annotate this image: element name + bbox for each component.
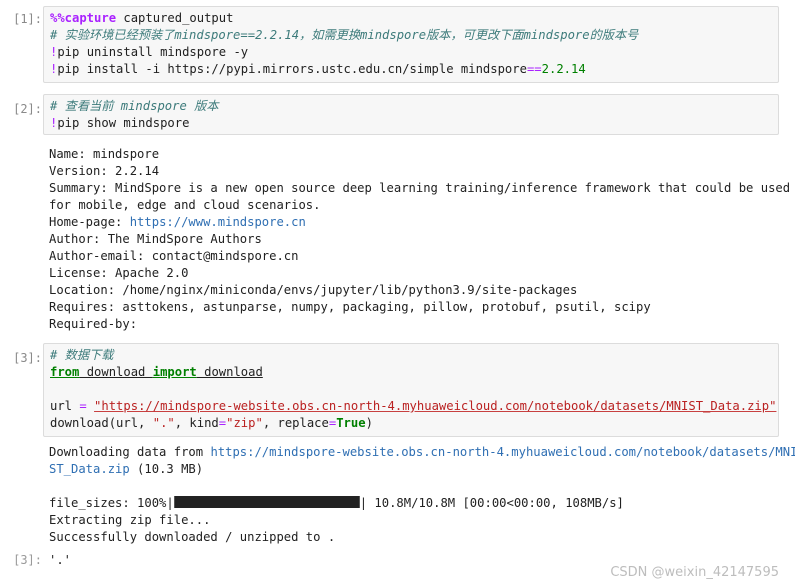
import-name: download [196, 365, 263, 379]
code-line: !pip install -i https://pypi.mirrors.ust… [50, 61, 778, 78]
download-link-cont[interactable]: ST_Data.zip [49, 462, 130, 476]
output-line: Location: /home/nginx/miniconda/envs/jup… [49, 283, 578, 297]
code-line: # 数据下载 [50, 347, 778, 364]
keyword-import: import [152, 365, 197, 379]
code-text: pip show mindspore [57, 116, 190, 130]
homepage-link[interactable]: https://www.mindspore.cn [130, 215, 306, 229]
operator: == [526, 62, 542, 76]
code-text: , replace [262, 416, 329, 430]
input-prompt: [1]: [13, 12, 42, 26]
number: 2.2.14 [541, 62, 586, 76]
output-line: Required-by: [49, 317, 138, 331]
input-prompt: [2]: [13, 102, 42, 116]
code-comment: # 数据下载 [50, 348, 114, 362]
watermark: CSDN @weixin_42147595 [610, 565, 779, 580]
output-line-blank [49, 478, 784, 495]
code-line: download(url, ".", kind="zip", replace=T… [50, 415, 778, 432]
string-literal: "zip" [226, 416, 263, 430]
magic-command: %%capture [50, 11, 117, 25]
output-line: Author-email: contact@mindspore.cn [49, 249, 299, 263]
download-size: (10.3 MB) [129, 462, 204, 476]
output-line: Successfully downloaded / unzipped to . [49, 530, 336, 544]
operator: = [79, 399, 87, 413]
homepage-label: Home-page: [49, 215, 130, 229]
progress-line: file_sizes: 100%| | 10.8M/10.8M [00:00<00… [49, 495, 784, 512]
code-text: download(url, [50, 416, 153, 430]
output-line: ST_Data.zip (10.3 MB) [49, 461, 784, 478]
code-comment: # 查看当前 mindspore 版本 [50, 99, 219, 113]
cell-output: Downloading data from https://mindspore-… [49, 444, 795, 546]
output-line: Downloading data from https://mindspore-… [49, 444, 795, 461]
keyword-true: True [336, 416, 366, 430]
string-literal: "https://mindspore-website.obs.cn-north-… [94, 399, 777, 413]
output-line: Name: mindspore [49, 147, 160, 161]
download-link[interactable]: https://mindspore-website.obs.cn-north-4… [210, 445, 795, 459]
code-line: url = "https://mindspore-website.obs.cn-… [50, 398, 778, 415]
output-line: Summary: MindSpore is a new open source … [49, 181, 791, 195]
code-editor[interactable]: # 数据下载 from download import download url… [43, 343, 779, 437]
module-name: download [79, 365, 153, 379]
output-line: Extracting zip file... [49, 513, 211, 527]
download-label: Downloading data from [49, 445, 211, 459]
code-text: pip uninstall mindspore -y [57, 45, 249, 59]
code-comment: # 实验环境已经预装了mindspore==2.2.14，如需更换mindspo… [50, 28, 639, 42]
output-line: Version: 2.2.14 [49, 164, 160, 178]
code-text: url [50, 399, 80, 413]
code-line: # 实验环境已经预装了mindspore==2.2.14，如需更换mindspo… [50, 27, 778, 44]
code-editor[interactable]: %%capture captured_output # 实验环境已经预装了min… [43, 6, 779, 83]
code-editor[interactable]: # 查看当前 mindspore 版本 !pip show mindspore [43, 94, 779, 135]
output-line: Home-page: https://www.mindspore.cn [49, 214, 784, 231]
code-text: , kind [174, 416, 219, 430]
progress-bar [173, 496, 360, 508]
code-line: %%capture captured_output [50, 10, 778, 27]
code-text: pip install -i https://pypi.mirrors.ustc… [57, 62, 527, 76]
progress-stats: | 10.8M/10.8M [00:00<00:00, 108MB/s] [359, 496, 624, 510]
input-prompt: [3]: [13, 351, 42, 365]
code-line: from download import download [50, 364, 778, 381]
progress-label: file_sizes: 100%| [49, 496, 174, 510]
output-line: Requires: asttokens, astunparse, numpy, … [49, 300, 651, 314]
keyword-from: from [50, 365, 80, 379]
code-line: # 查看当前 mindspore 版本 [50, 98, 778, 115]
cell-output: Name: mindspore Version: 2.2.14 Summary:… [49, 146, 791, 333]
output-prompt: [3]: [13, 553, 42, 567]
output-line: License: Apache 2.0 [49, 266, 189, 280]
code-text: ) [365, 416, 373, 430]
code-line: !pip show mindspore [50, 115, 778, 132]
string-literal: "." [152, 416, 175, 430]
code-text: captured_output [116, 11, 234, 25]
output-line: for mobile, edge and cloud scenarios. [49, 198, 321, 212]
output-line: Author: The MindSpore Authors [49, 232, 262, 246]
code-line: !pip uninstall mindspore -y [50, 44, 778, 61]
